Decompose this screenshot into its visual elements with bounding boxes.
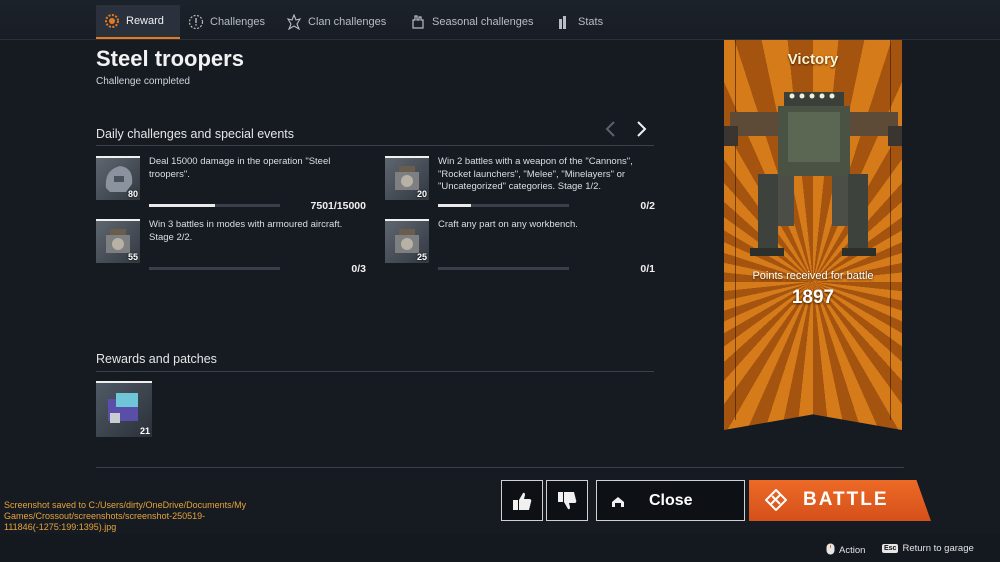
chevron-left-icon[interactable] xyxy=(603,119,619,139)
reward-item[interactable]: 21 xyxy=(96,381,152,437)
close-button[interactable]: Close xyxy=(596,480,745,521)
challenge-progress-text: 0/2 xyxy=(640,200,655,212)
section-divider xyxy=(96,145,654,146)
battle-label: BATTLE xyxy=(803,489,889,510)
esc-key-icon: Esc xyxy=(882,544,899,553)
challenge-circle-icon xyxy=(188,14,204,30)
garage-icon xyxy=(611,495,625,513)
battle-result: Victory xyxy=(787,51,839,68)
seasonal-hand-icon xyxy=(410,14,426,30)
challenge-description: Craft any part on any workbench. xyxy=(438,219,578,230)
challenge-description: Win 2 battles with a weapon of the "Cann… xyxy=(438,156,633,192)
challenge-progress-text: 0/3 xyxy=(351,263,366,275)
stats-flag-icon xyxy=(556,14,572,30)
challenge-card: 20 Win 2 battles with a weapon of the "C… xyxy=(385,156,655,216)
scrap-crate-icon: 25 xyxy=(385,219,429,263)
helmet-icon: 80 xyxy=(96,156,140,200)
challenge-progress-text: 7501/15000 xyxy=(310,200,366,212)
challenge-progress-text: 0/1 xyxy=(640,263,655,275)
tab-clan-challenges[interactable]: Clan challenges xyxy=(278,5,394,39)
action-label: Action xyxy=(839,545,866,556)
points-label: Points received for battle xyxy=(752,270,874,282)
close-label: Close xyxy=(649,491,693,509)
challenge-count: 25 xyxy=(416,252,427,262)
challenge-count: 80 xyxy=(127,189,138,199)
thumbs-down-button[interactable] xyxy=(546,480,588,521)
tab-seasonal-challenges[interactable]: Seasonal challenges xyxy=(402,5,542,39)
challenge-card: 25 Craft any part on any workbench. 0/1 xyxy=(385,219,655,279)
screenshot-saved-message: Screenshot saved to C:/Users/dirty/OneDr… xyxy=(4,500,247,532)
gear-badge-icon xyxy=(104,13,120,29)
tab-stats[interactable]: Stats xyxy=(548,5,611,39)
tab-reward[interactable]: Reward xyxy=(96,5,180,39)
challenge-progress-bar xyxy=(149,204,280,207)
return-label: Return to garage xyxy=(902,543,974,554)
bottom-divider xyxy=(96,467,904,468)
challenge-progress-bar xyxy=(438,204,569,207)
progress-fill xyxy=(149,204,215,207)
mech-vehicle-image xyxy=(720,82,906,262)
challenge-description: Win 3 battles in modes with armoured air… xyxy=(149,219,343,243)
tab-label: Stats xyxy=(578,16,604,28)
thumbs-up-button[interactable] xyxy=(501,480,543,521)
scrap-crate-icon: 55 xyxy=(96,219,140,263)
battle-icon xyxy=(764,488,788,516)
tab-label: Challenges xyxy=(210,16,266,28)
thumbs-up-icon xyxy=(513,492,532,510)
return-to-garage-hint[interactable]: Esc Return to garage xyxy=(882,543,974,554)
tab-challenges[interactable]: Challenges xyxy=(180,5,273,39)
challenge-card: 80 Deal 15000 damage in the operation "S… xyxy=(96,156,366,216)
page-title: Steel troopers xyxy=(96,46,244,71)
clan-flame-icon xyxy=(286,13,302,31)
challenge-card: 55 Win 3 battles in modes with armoured … xyxy=(96,219,366,279)
challenge-progress-bar xyxy=(438,267,569,270)
daily-challenges-heading: Daily challenges and special events xyxy=(96,127,295,141)
chevron-right-icon[interactable] xyxy=(633,119,649,139)
tab-label: Clan challenges xyxy=(308,16,387,28)
progress-fill xyxy=(438,204,471,207)
mouse-icon xyxy=(826,543,835,558)
tab-label: Reward xyxy=(126,15,164,27)
battle-button[interactable]: BATTLE xyxy=(749,480,931,521)
challenge-description: Deal 15000 damage in the operation "Stee… xyxy=(149,156,331,180)
challenge-count: 55 xyxy=(127,252,138,262)
tab-label: Seasonal challenges xyxy=(432,16,534,28)
scrap-crate-icon: 20 xyxy=(385,156,429,200)
section-divider xyxy=(96,371,654,372)
challenge-count: 20 xyxy=(416,189,427,199)
top-tab-bar: Reward Challenges Clan challenges Season… xyxy=(0,0,1000,40)
action-hint[interactable]: Action xyxy=(826,543,865,558)
rewards-heading: Rewards and patches xyxy=(96,352,217,366)
points-value: 1897 xyxy=(791,287,835,308)
page-subtitle: Challenge completed xyxy=(96,76,190,87)
challenge-progress-bar xyxy=(149,267,280,270)
reward-count: 21 xyxy=(139,426,150,436)
thumbs-down-icon xyxy=(558,491,577,509)
